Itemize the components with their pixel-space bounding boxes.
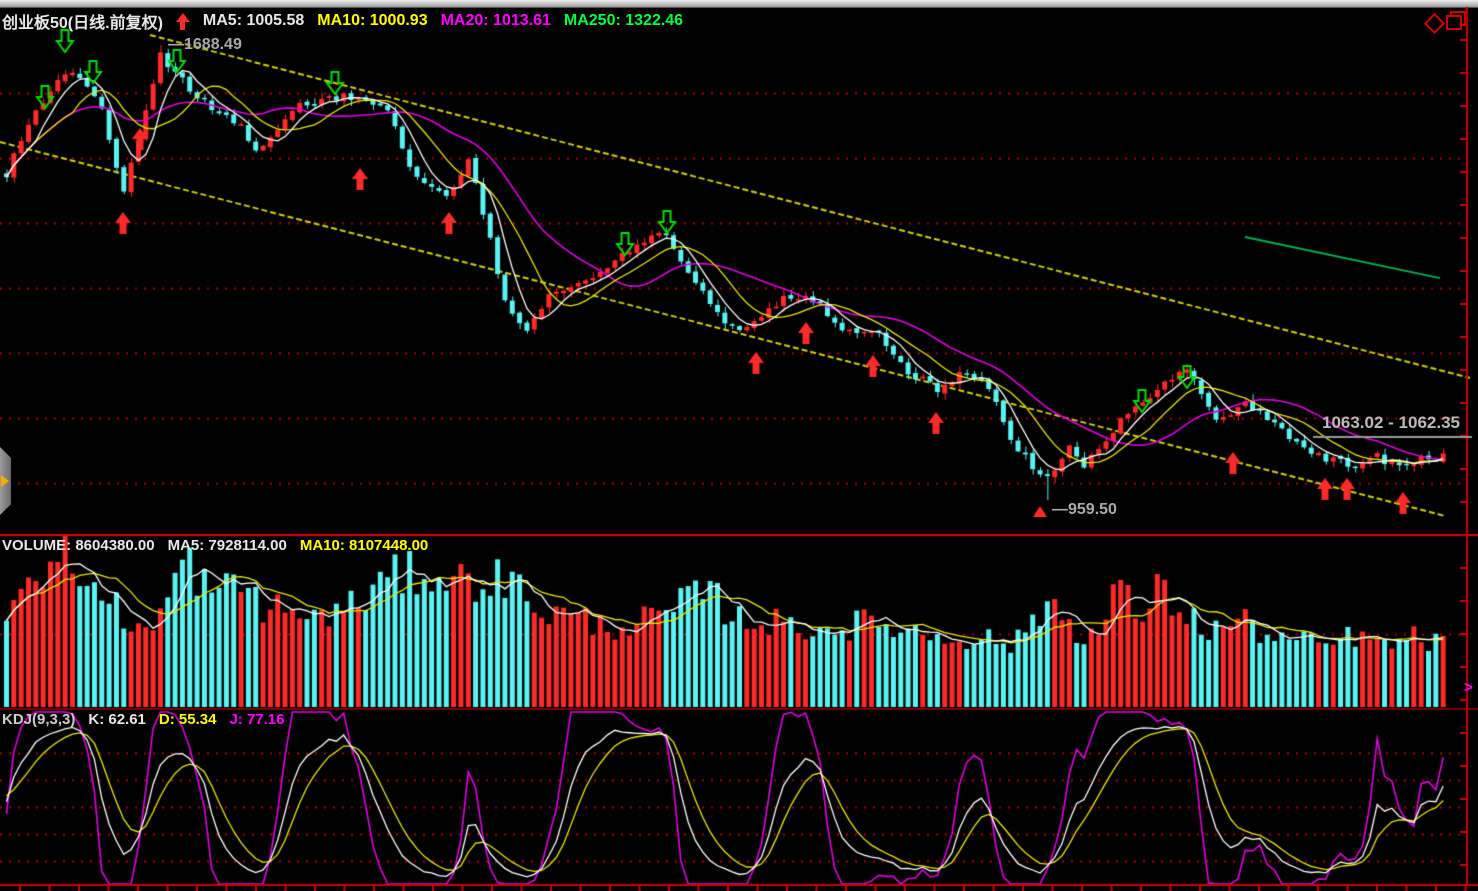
sidebar-expand-tab[interactable] bbox=[0, 447, 11, 515]
stock-chart-window: 创业板50(日线.前复权) MA5: 1005.58 MA10: 1000.93… bbox=[0, 0, 1478, 891]
kdj-title-label: KDJ(9,3,3) bbox=[2, 711, 75, 728]
ma250-label: MA250: 1322.46 bbox=[564, 12, 683, 30]
buy-signal-legend-icon bbox=[176, 13, 190, 30]
expand-arrow-icon bbox=[1, 475, 9, 487]
main-chart-header: 创业板50(日线.前复权) MA5: 1005.58 MA10: 1000.93… bbox=[2, 9, 683, 33]
kdj-d-label: D: 55.34 bbox=[159, 711, 217, 728]
panel-resize-caret[interactable]: > bbox=[1464, 679, 1473, 696]
kdj-k-label: K: 62.61 bbox=[88, 711, 146, 728]
symbol-title: 创业板50(日线.前复权) bbox=[2, 9, 163, 33]
restore-window-icon[interactable] bbox=[1446, 11, 1466, 30]
volume-ma10-label: MA10: 8107448.00 bbox=[300, 537, 428, 554]
volume-value-label: VOLUME: 8604380.00 bbox=[2, 537, 155, 554]
volume-ma5-label: MA5: 7928114.00 bbox=[168, 537, 287, 554]
ma5-label: MA5: 1005.58 bbox=[203, 12, 304, 30]
restore-icon-front-rect bbox=[1446, 15, 1462, 30]
volume-panel-header: VOLUME: 8604380.00 MA5: 7928114.00 MA10:… bbox=[2, 537, 428, 554]
kdj-panel-header: KDJ(9,3,3) K: 62.61 D: 55.34 J: 77.16 bbox=[2, 711, 285, 728]
low-price-label: —959.50 bbox=[1052, 501, 1117, 519]
ma10-label: MA10: 1000.93 bbox=[317, 12, 427, 30]
chart-canvas[interactable] bbox=[0, 0, 1478, 891]
kdj-j-label: J: 77.16 bbox=[229, 711, 284, 728]
high-price-label: —1688.49 bbox=[168, 36, 242, 54]
ma20-label: MA20: 1013.61 bbox=[441, 12, 551, 30]
price-range-label: 1063.02 - 1062.35 bbox=[1300, 413, 1460, 433]
